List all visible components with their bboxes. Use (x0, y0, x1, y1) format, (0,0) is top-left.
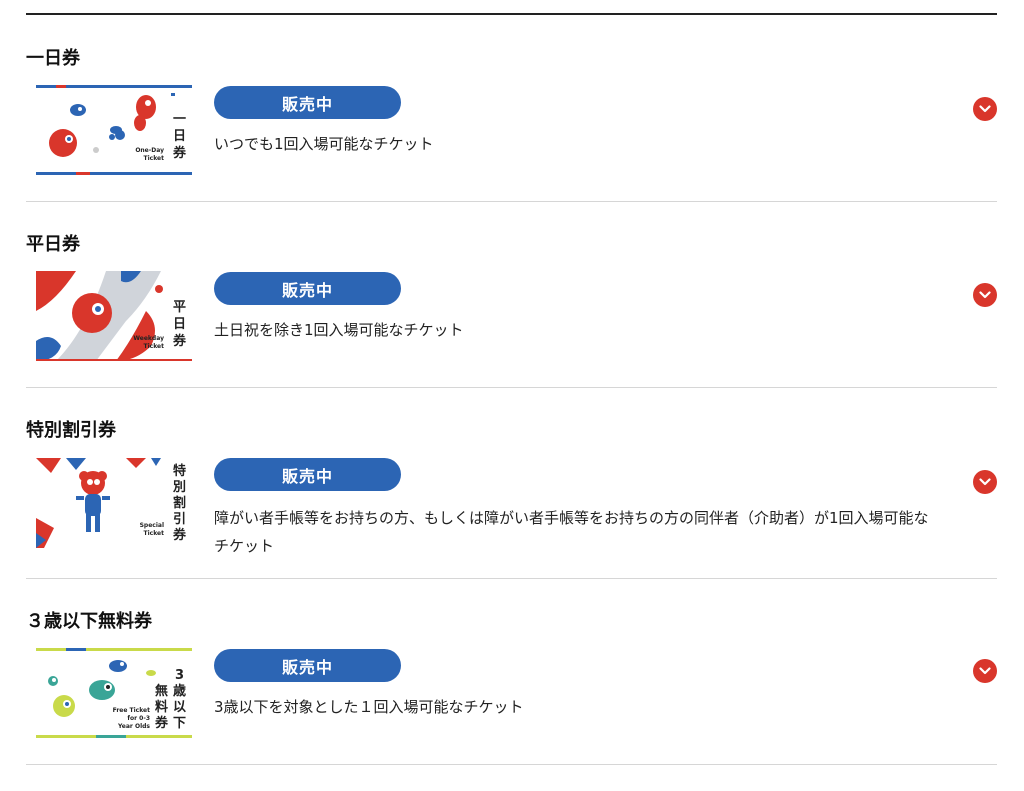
ticket-item: 平日券 平 日 券 Weekday Ticket 販売中 土日祝を除き1回入場可… (26, 202, 997, 388)
status-badge: 販売中 (214, 86, 401, 119)
chevron-down-icon (979, 291, 991, 299)
status-badge: 販売中 (214, 272, 401, 305)
thumb-kanji-right: 3 歳 以 下 (172, 668, 186, 731)
chevron-down-icon (979, 667, 991, 675)
expand-button[interactable] (973, 97, 997, 121)
ticket-thumbnail: 3 歳 以 下 無 料 券 Free Ticket for 0-3 Year O… (36, 648, 192, 738)
divider (26, 764, 997, 765)
expand-button[interactable] (973, 659, 997, 683)
thumb-english: Special Ticket (139, 522, 164, 537)
ticket-title: 一日券 (26, 48, 80, 69)
thumb-kanji: 平 日 券 (172, 300, 186, 349)
top-rule (26, 13, 997, 15)
ticket-description: 障がい者手帳等をお持ちの方、もしくは障がい者手帳等をお持ちの方の同伴者（介助者）… (214, 509, 929, 555)
ticket-description: 土日祝を除き1回入場可能なチケット (214, 321, 464, 339)
ticket-thumbnail: 特 別 割 引 券 Special Ticket (36, 458, 192, 548)
status-badge: 販売中 (214, 458, 401, 491)
thumb-english: Free Ticket for 0-3 Year Olds (112, 707, 150, 730)
ticket-description: 3歳以下を対象とした１回入場可能なチケット (214, 698, 524, 716)
thumb-english: Weekday Ticket (133, 335, 164, 350)
thumb-kanji-left: 無 料 券 (154, 684, 168, 731)
ticket-thumbnail: 平 日 券 Weekday Ticket (36, 271, 192, 361)
thumb-kanji: 一 日 券 (172, 112, 186, 161)
ticket-title: ３歳以下無料券 (26, 611, 152, 632)
status-badge: 販売中 (214, 649, 401, 682)
ticket-title: 特別割引券 (26, 420, 116, 441)
expand-button[interactable] (973, 470, 997, 494)
ticket-item: 一日券 一 日 券 One-Day Ticket 販売中 いつでも1回入場可能な… (26, 30, 997, 202)
ticket-item: 特別割引券 特 別 割 引 券 Special Ticket 販売中 障がい者手… (26, 388, 997, 579)
ticket-item: ３歳以下無料券 3 歳 以 下 無 料 券 Free Ticket for 0-… (26, 579, 997, 765)
expand-button[interactable] (973, 283, 997, 307)
thumb-english: One-Day Ticket (135, 147, 164, 162)
ticket-title: 平日券 (26, 234, 80, 255)
chevron-down-icon (979, 105, 991, 113)
ticket-description: いつでも1回入場可能なチケット (214, 135, 434, 153)
ticket-thumbnail: 一 日 券 One-Day Ticket (36, 85, 192, 175)
thumb-kanji: 特 別 割 引 券 (172, 464, 186, 543)
chevron-down-icon (979, 478, 991, 486)
